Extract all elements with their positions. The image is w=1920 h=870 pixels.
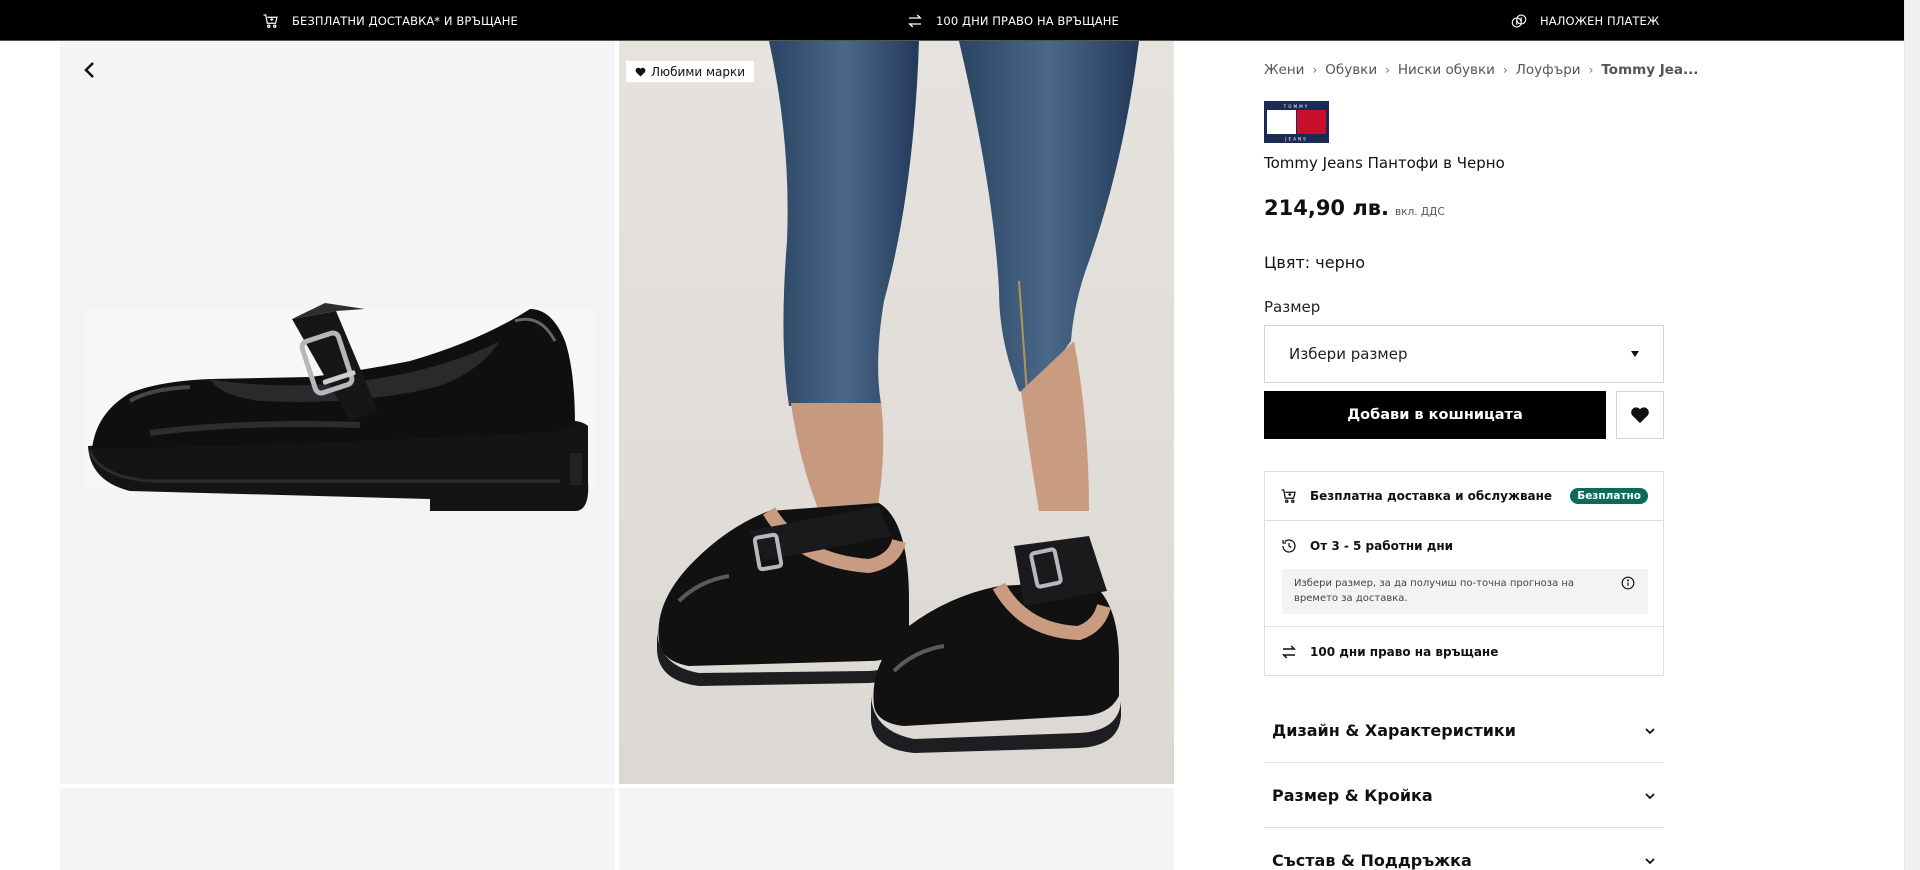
banner-cod: НАЛОЖЕН ПЛАТЕЖ — [1510, 0, 1659, 41]
shoe-side-illustration — [60, 41, 615, 784]
wishlist-button[interactable] — [1616, 391, 1664, 439]
accordion-material-care-title: Състав & Поддръжка — [1272, 851, 1472, 870]
chevron-down-icon — [1645, 727, 1655, 734]
info-icon[interactable] — [1621, 576, 1635, 590]
size-select[interactable]: Избери размер — [1264, 325, 1664, 383]
chevron-right-icon: › — [1385, 63, 1390, 77]
product-image-model[interactable] — [619, 41, 1174, 784]
top-banner: БЕЗПЛАТНИ ДОСТАВКА* И ВРЪЩАНЕ 100 ДНИ ПР… — [0, 0, 1904, 41]
delivery-info-box: Безплатна доставка и обслужване Безплатн… — [1264, 471, 1664, 676]
breadcrumb-item-current[interactable]: Tommy Jea... — [1601, 62, 1698, 78]
free-badge: Безплатно — [1570, 488, 1648, 504]
delivery-estimate-note: Избери размер, за да получиш по-точна пр… — [1282, 569, 1648, 614]
page-scrollbar[interactable] — [1904, 0, 1920, 870]
banner-returns-label: 100 ДНИ ПРАВО НА ВРЪЩАНЕ — [936, 13, 1119, 28]
breadcrumb-item-women[interactable]: Жени — [1264, 62, 1304, 78]
accordion-material-care[interactable]: Състав & Поддръжка — [1264, 829, 1664, 870]
banner-free-delivery: БЕЗПЛАТНИ ДОСТАВКА* И ВРЪЩАНЕ — [262, 0, 518, 41]
product-image-3[interactable] — [60, 788, 615, 870]
chevron-left-icon — [84, 62, 94, 78]
cart-icon — [263, 13, 278, 28]
breadcrumb-item-shoes[interactable]: Обувки — [1325, 62, 1377, 78]
logo-text-bottom: JEANS — [1284, 137, 1308, 142]
returns-label: 100 дни право на връщане — [1310, 645, 1499, 659]
product-name: Tommy Jeans Пантофи в Черно — [1264, 154, 1505, 172]
free-delivery-label: Безплатна доставка и обслужване — [1310, 489, 1553, 503]
coins-icon — [1511, 13, 1527, 28]
chevron-right-icon: › — [1312, 63, 1318, 77]
accordion-size-fit[interactable]: Размер & Кройка — [1264, 764, 1664, 828]
favorite-brands-badge: Любими марки — [626, 61, 755, 82]
vat-note: вкл. ДДС — [1395, 206, 1445, 218]
heart-icon — [635, 67, 646, 77]
breadcrumb: Жени › Обувки › Ниски обувки › Лоуфъри ›… — [1264, 62, 1698, 78]
chevron-down-icon — [1645, 857, 1655, 864]
chevron-right-icon: › — [1588, 63, 1594, 77]
add-to-cart-button[interactable]: Добави в кошницата — [1264, 391, 1606, 439]
chevron-right-icon: › — [1502, 63, 1508, 77]
product-price: 214,90 лв. вкл. ДДС — [1264, 196, 1445, 220]
logo-text-top: TOMMY — [1283, 104, 1310, 109]
banner-cod-label: НАЛОЖЕН ПЛАТЕЖ — [1540, 13, 1660, 28]
accordion-design-title: Дизайн & Характеристики — [1272, 721, 1516, 740]
tommy-jeans-logo[interactable]: TOMMY JEANS — [1264, 101, 1329, 143]
price-amount: 214,90 лв. — [1264, 196, 1389, 220]
product-image-4[interactable] — [619, 788, 1174, 870]
free-delivery-row: Безплатна доставка и обслужване Безплатн… — [1265, 472, 1663, 521]
favorite-brands-label: Любими марки — [651, 64, 746, 79]
accordion-size-fit-title: Размер & Кройка — [1272, 786, 1433, 805]
caret-down-icon — [1631, 351, 1639, 357]
returns-row: 100 дни право на връщане — [1265, 628, 1663, 676]
delivery-time-row: От 3 - 5 работни дни Избери размер, за д… — [1265, 522, 1663, 627]
size-select-placeholder: Избери размер — [1289, 345, 1408, 363]
accordion-design[interactable]: Дизайн & Характеристики — [1264, 699, 1664, 763]
product-image-side[interactable] — [60, 41, 615, 784]
color-line: Цвят: черно — [1264, 253, 1365, 272]
breadcrumb-item-loafers[interactable]: Лоуфъри — [1516, 62, 1581, 78]
banner-returns: 100 ДНИ ПРАВО НА ВРЪЩАНЕ — [906, 0, 1119, 41]
cart-icon — [1279, 486, 1299, 506]
clock-icon — [1279, 536, 1299, 556]
banner-free-delivery-label: БЕЗПЛАТНИ ДОСТАВКА* И ВРЪЩАНЕ — [292, 13, 518, 28]
heart-icon — [1631, 407, 1649, 424]
delivery-estimate-text: Избери размер, за да получиш по-точна пр… — [1294, 578, 1575, 604]
gallery-back-button[interactable] — [78, 56, 100, 84]
return-arrows-icon — [1279, 642, 1299, 662]
model-legs-illustration — [619, 41, 1174, 784]
delivery-time-label: От 3 - 5 работни дни — [1310, 539, 1454, 553]
size-label: Размер — [1264, 298, 1321, 316]
return-arrows-icon — [908, 14, 922, 27]
chevron-down-icon — [1645, 792, 1655, 799]
breadcrumb-item-low-shoes[interactable]: Ниски обувки — [1398, 62, 1495, 78]
